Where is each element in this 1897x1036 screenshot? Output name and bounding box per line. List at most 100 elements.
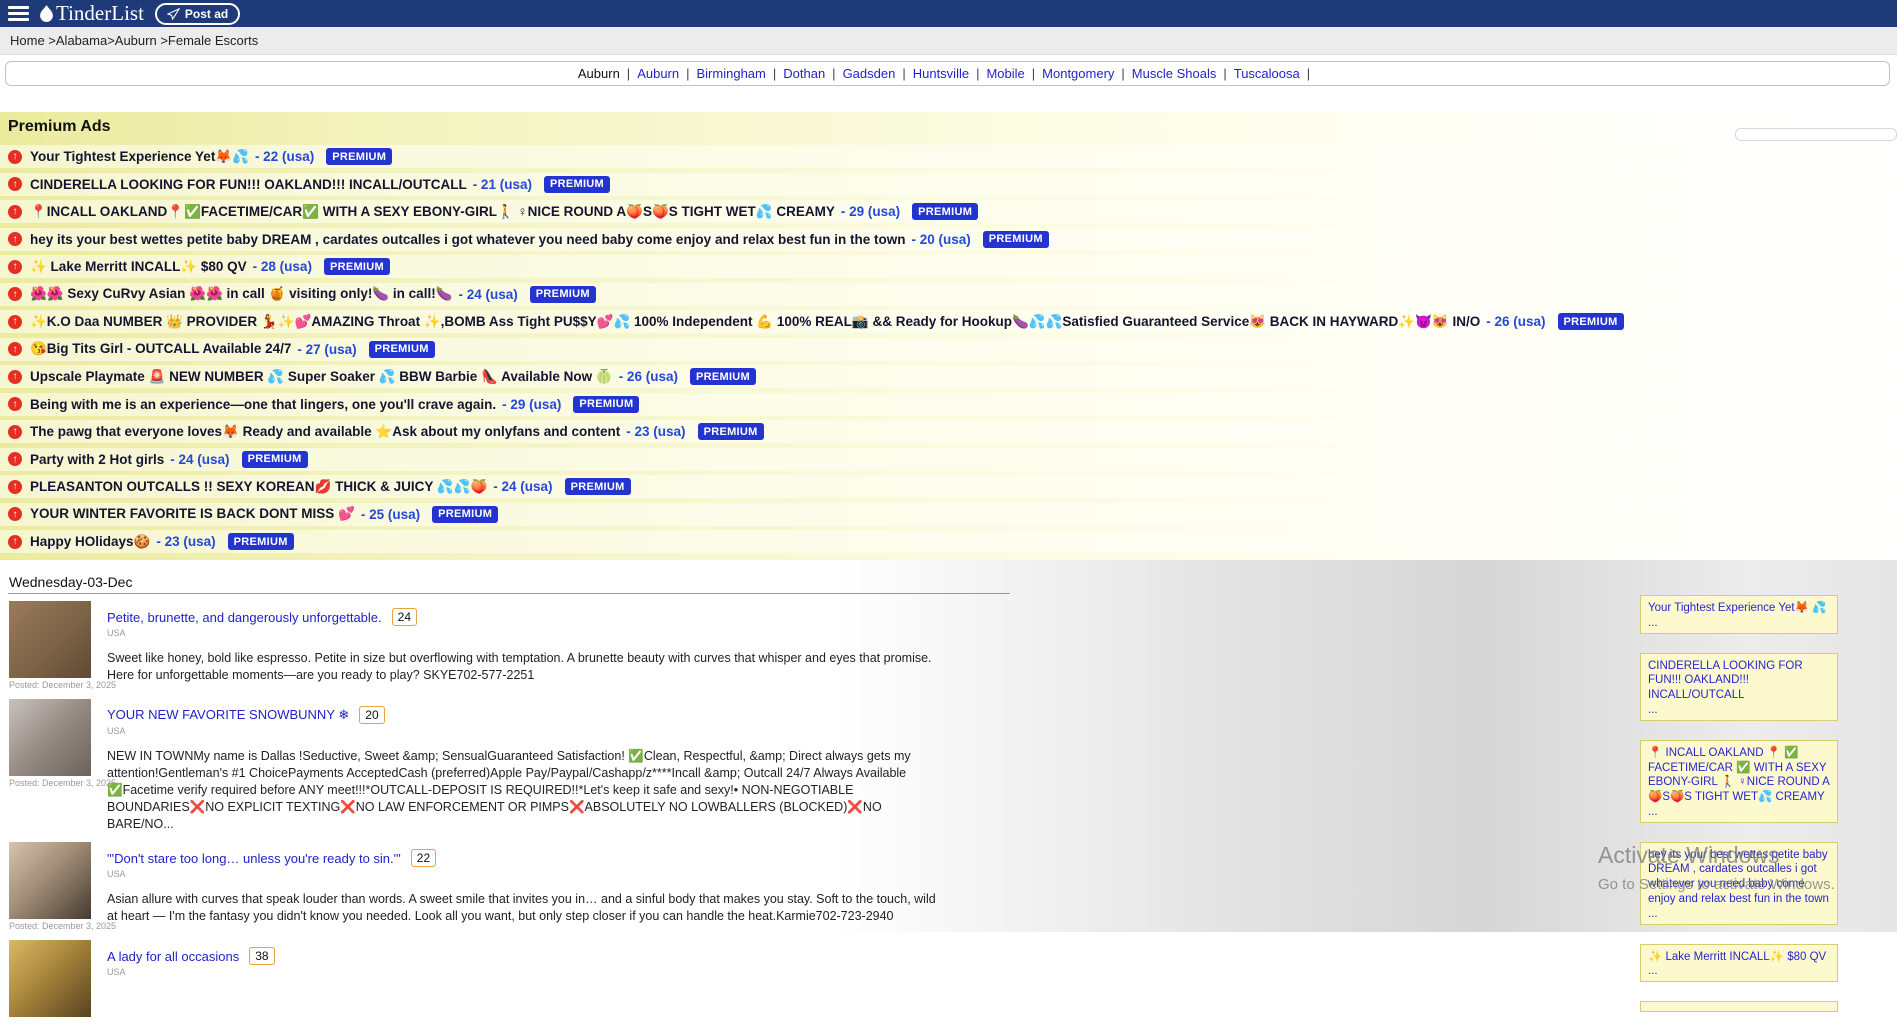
premium-ad-title[interactable]: Upscale Playmate 🚨 NEW NUMBER 💦 Super So…: [30, 369, 613, 385]
city-link-item: Gadsden|: [843, 66, 913, 81]
premium-ad-row[interactable]: ↑ 😘Big Tits Girl - OUTCALL Available 24/…: [0, 338, 1897, 361]
listing-title-link[interactable]: Petite, brunette, and dangerously unforg…: [107, 610, 382, 625]
city-link[interactable]: Dothan: [783, 66, 825, 81]
premium-ad-row[interactable]: ↑ ✨ Lake Merritt INCALL✨ $80 QV - 28 (us…: [0, 255, 1897, 278]
listing-item: Posted: December 3, 2025 YOUR NEW FAVORI…: [9, 699, 941, 833]
menu-icon[interactable]: [8, 6, 29, 21]
premium-ad-row[interactable]: ↑ Being with me is an experience—one tha…: [0, 393, 1897, 416]
sidebar-ad-box[interactable]: hey its your best wettes petite baby DRE…: [1640, 842, 1838, 925]
listing-country: USA: [107, 628, 941, 638]
listing-photo[interactable]: [9, 601, 91, 678]
listing-photo-column: [9, 940, 93, 1027]
listing-title-link[interactable]: YOUR NEW FAVORITE SNOWBUNNY ❄: [107, 707, 349, 723]
listing-title-link[interactable]: "'Don't stare too long… unless you're re…: [107, 851, 401, 866]
city-link[interactable]: Gadsden: [843, 66, 896, 81]
premium-ad-title[interactable]: Your Tightest Experience Yet🦊💦: [30, 149, 249, 165]
sidebar-ad-box[interactable]: Your Tightest Experience Yet🦊 💦 ...: [1640, 595, 1838, 634]
premium-ad-title[interactable]: 🌺🌺 Sexy CuRvy Asian 🌺🌺 in call 🍯 visitin…: [30, 286, 453, 302]
up-arrow-icon: ↑: [8, 507, 22, 521]
up-arrow-icon: ↑: [8, 342, 22, 356]
premium-ad-title[interactable]: PLEASANTON OUTCALLS !! SEXY KOREAN💋 THIC…: [30, 479, 487, 495]
listing-age-badge: 22: [411, 849, 436, 867]
premium-ad-row[interactable]: ↑ ✨K.O Daa NUMBER 👑 PROVIDER 💃✨💕AMAZING …: [0, 310, 1897, 333]
premium-ad-row[interactable]: ↑ 📍INCALL OAKLAND📍✅FACETIME/CAR✅ WITH A …: [0, 200, 1897, 223]
premium-ad-row[interactable]: ↑ PLEASANTON OUTCALLS !! SEXY KOREAN💋 TH…: [0, 475, 1897, 498]
premium-ad-row[interactable]: ↑ YOUR WINTER FAVORITE IS BACK DONT MISS…: [0, 503, 1897, 526]
sidebar-ad-box[interactable]: ✨ Lake Merritt INCALL✨ $80 QV ...: [1640, 944, 1838, 983]
city-link[interactable]: Muscle Shoals: [1132, 66, 1217, 81]
brand-logo[interactable]: TinderList: [40, 3, 144, 24]
premium-ad-title[interactable]: The pawg that everyone loves🦊 Ready and …: [30, 424, 620, 440]
city-separator: |: [1032, 66, 1035, 81]
listing-title-row: "'Don't stare too long… unless you're re…: [107, 849, 941, 867]
sidebar-ad-title[interactable]: Your Tightest Experience Yet🦊 💦: [1648, 601, 1830, 616]
premium-ad-row[interactable]: ↑ Party with 2 Hot girls - 24 (usa) PREM…: [0, 448, 1897, 471]
listing-photo[interactable]: [9, 940, 91, 1017]
premium-ad-title[interactable]: Happy HOlidays🍪: [30, 534, 150, 550]
sidebar-ad-box[interactable]: 📍 INCALL OAKLAND 📍 ✅ FACETIME/CAR ✅ WITH…: [1640, 740, 1838, 823]
sidebar-ad-box[interactable]: CINDERELLA LOOKING FOR FUN!!! OAKLAND!!!…: [1640, 653, 1838, 721]
premium-ad-title[interactable]: CINDERELLA LOOKING FOR FUN!!! OAKLAND!!!…: [30, 177, 467, 192]
up-arrow-icon: ↑: [8, 287, 22, 301]
premium-badge: PREMIUM: [369, 341, 435, 358]
sidebar-ad-title[interactable]: CINDERELLA LOOKING FOR FUN!!! OAKLAND!!!…: [1648, 659, 1830, 703]
premium-badge: PREMIUM: [530, 286, 596, 303]
city-links: Auburn|Birmingham|Dothan|Gadsden|Huntsvi…: [637, 66, 1317, 81]
sidebar-ad-title[interactable]: 📍 INCALL OAKLAND 📍 ✅ FACETIME/CAR ✅ WITH…: [1648, 746, 1830, 805]
premium-badge: PREMIUM: [573, 396, 639, 413]
premium-ads-header: Premium Ads: [0, 118, 1897, 136]
premium-ad-row[interactable]: ↑ CINDERELLA LOOKING FOR FUN!!! OAKLAND!…: [0, 173, 1897, 196]
premium-ad-title[interactable]: ✨ Lake Merritt INCALL✨ $80 QV: [30, 259, 247, 275]
up-arrow-icon: ↑: [8, 535, 22, 549]
city-link[interactable]: Huntsville: [913, 66, 969, 81]
premium-ad-row[interactable]: ↑ 🌺🌺 Sexy CuRvy Asian 🌺🌺 in call 🍯 visit…: [0, 283, 1897, 306]
city-link-item: Tuscaloosa |: [1234, 66, 1317, 81]
listing-country: USA: [107, 869, 941, 879]
city-link-item: Mobile |: [986, 66, 1042, 81]
premium-ad-row[interactable]: ↑ The pawg that everyone loves🦊 Ready an…: [0, 420, 1897, 443]
premium-ad-age-meta: - 28 (usa): [253, 259, 312, 274]
paper-plane-icon: [167, 8, 180, 20]
premium-badge: PREMIUM: [432, 506, 498, 523]
date-header: Wednesday-03-Dec: [9, 574, 132, 590]
city-link[interactable]: Tuscaloosa: [1234, 66, 1300, 81]
city-link[interactable]: Montgomery: [1042, 66, 1114, 81]
listing-title-row: YOUR NEW FAVORITE SNOWBUNNY ❄ 20: [107, 706, 941, 724]
premium-ad-age-meta: - 29 (usa): [502, 397, 561, 412]
premium-badge: PREMIUM: [228, 533, 294, 550]
premium-ad-title[interactable]: ✨K.O Daa NUMBER 👑 PROVIDER 💃✨💕AMAZING Th…: [30, 314, 1480, 330]
breadcrumb[interactable]: Home >Alabama>Auburn >Female Escorts: [10, 33, 258, 48]
premium-ad-title[interactable]: Party with 2 Hot girls: [30, 452, 164, 467]
listing-title-link[interactable]: A lady for all occasions: [107, 949, 239, 964]
brand-name: TinderList: [56, 3, 144, 24]
city-separator: |: [1307, 66, 1310, 81]
premium-ad-title[interactable]: YOUR WINTER FAVORITE IS BACK DONT MISS 💕: [30, 506, 355, 522]
sidebar-ad-title[interactable]: ✨ Lake Merritt INCALL✨ $80 QV: [1648, 950, 1830, 965]
sidebar-ad-box-partial[interactable]: [1640, 1001, 1838, 1012]
city-separator: |: [686, 66, 689, 81]
listing-photo[interactable]: [9, 699, 91, 776]
premium-ad-age-meta: - 23 (usa): [156, 534, 215, 549]
premium-ad-row[interactable]: ↑ Upscale Playmate 🚨 NEW NUMBER 💦 Super …: [0, 365, 1897, 388]
city-link[interactable]: Mobile: [986, 66, 1024, 81]
premium-ad-title[interactable]: 📍INCALL OAKLAND📍✅FACETIME/CAR✅ WITH A SE…: [30, 204, 835, 220]
premium-badge: PREMIUM: [698, 423, 764, 440]
premium-ad-title[interactable]: Being with me is an experience—one that …: [30, 397, 496, 412]
listing-photo[interactable]: [9, 842, 91, 919]
premium-ad-title[interactable]: hey its your best wettes petite baby DRE…: [30, 232, 905, 247]
mini-input-box[interactable]: [1735, 128, 1897, 141]
flame-icon: [40, 5, 53, 22]
premium-ad-row[interactable]: ↑ Happy HOlidays🍪 - 23 (usa) PREMIUM: [0, 530, 1897, 553]
premium-ad-row[interactable]: ↑ hey its your best wettes petite baby D…: [0, 228, 1897, 251]
premium-ad-row[interactable]: ↑ Your Tightest Experience Yet🦊💦 - 22 (u…: [0, 145, 1897, 168]
premium-ad-title[interactable]: 😘Big Tits Girl - OUTCALL Available 24/7: [30, 341, 291, 357]
city-separator: |: [627, 66, 630, 81]
listing-description: NEW IN TOWNMy name is Dallas !Seductive,…: [107, 748, 941, 833]
listing-item: Posted: December 3, 2025 Petite, brunett…: [9, 601, 941, 690]
city-link[interactable]: Birmingham: [697, 66, 766, 81]
sidebar-ad-title[interactable]: hey its your best wettes petite baby DRE…: [1648, 848, 1830, 907]
city-separator: |: [1121, 66, 1124, 81]
up-arrow-icon: ↑: [8, 370, 22, 384]
post-ad-button[interactable]: Post ad: [155, 3, 240, 25]
city-link[interactable]: Auburn: [637, 66, 679, 81]
